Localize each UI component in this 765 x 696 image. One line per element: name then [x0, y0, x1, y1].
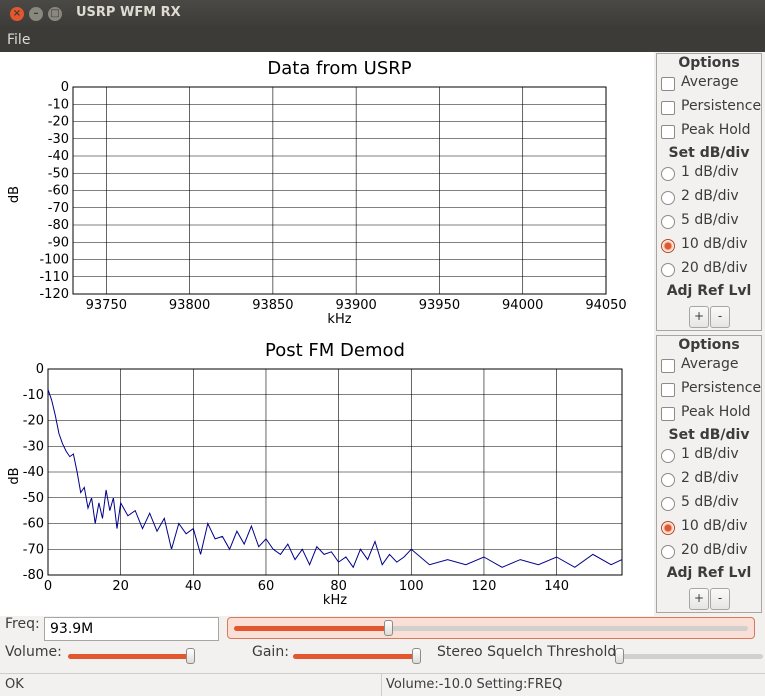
- x-tick-label: 40: [185, 579, 202, 594]
- x-tick-label: 94000: [502, 298, 543, 313]
- x-tick-label: 100: [399, 579, 424, 594]
- set-db-div-heading: Set dB/div: [668, 145, 750, 161]
- y-tick-label: -80: [48, 218, 69, 233]
- y-tick-label: -60: [48, 184, 69, 199]
- volume-slider-thumb[interactable]: [186, 648, 196, 664]
- radio-circle-selected[interactable]: [661, 521, 675, 535]
- y-tick-label: -110: [39, 270, 69, 285]
- gain-slider-thumb[interactable]: [412, 648, 422, 664]
- y-tick-label: -30: [48, 132, 69, 147]
- adj-ref-lvl-heading: Adj Ref Lvl: [666, 565, 752, 581]
- radio-circle[interactable]: [661, 545, 675, 559]
- plot-title: Post FM Demod: [265, 340, 405, 361]
- x-tick-label: 80: [330, 579, 347, 594]
- y-tick-label: -70: [48, 201, 69, 216]
- y-tick-label: -80: [23, 568, 44, 583]
- freq-slider[interactable]: [227, 617, 755, 639]
- y-tick-label: -20: [48, 115, 69, 130]
- volume-label: Volume:: [5, 644, 62, 660]
- options-title: Options: [678, 337, 740, 353]
- ref-level-plus-button[interactable]: +: [689, 588, 709, 610]
- radio-circle[interactable]: [661, 449, 675, 463]
- checkbox-box[interactable]: [661, 77, 675, 91]
- y-tick-label: -10: [23, 388, 44, 403]
- title-bar: × – □ USRP WFM RX: [0, 0, 765, 28]
- y-tick-label: 0: [61, 80, 69, 95]
- status-volume-setting: Volume:-10.0 Setting:FREQ: [386, 677, 563, 692]
- y-tick-label: -90: [48, 235, 69, 250]
- x-tick-label: 120: [472, 579, 497, 594]
- checkbox-box[interactable]: [661, 359, 675, 373]
- checkbox-box[interactable]: [661, 407, 675, 421]
- radio-circle[interactable]: [661, 215, 675, 229]
- ref-level-plus-button[interactable]: +: [689, 306, 709, 328]
- x-tick-label: 60: [258, 579, 275, 594]
- close-icon[interactable]: ×: [10, 7, 24, 21]
- freq-slider-fill: [234, 626, 389, 631]
- x-axis-label: kHz: [327, 312, 351, 327]
- plot-title: Data from USRP: [267, 58, 411, 79]
- radio-circle[interactable]: [661, 191, 675, 205]
- stereo-squelch-label: Stereo Squelch Threshold:: [437, 644, 621, 660]
- radio-circle[interactable]: [661, 263, 675, 277]
- x-axis-label: kHz: [323, 593, 347, 608]
- checkbox-box[interactable]: [661, 125, 675, 139]
- ref-level-minus-button[interactable]: -: [710, 588, 730, 610]
- maximize-icon[interactable]: □: [48, 7, 62, 21]
- y-tick-label: -20: [23, 414, 44, 429]
- x-tick-label: 20: [112, 579, 129, 594]
- status-right-pane: Volume:-10.0 Setting:FREQ: [384, 674, 765, 696]
- minimize-icon[interactable]: –: [29, 7, 43, 21]
- y-tick-label: -100: [39, 253, 69, 268]
- x-tick-label: 94050: [585, 298, 626, 313]
- gain-slider-fill: [293, 654, 417, 659]
- y-tick-label: -40: [48, 149, 69, 164]
- plot-area: 0 -10 -20 -30 -40 -50 -60 -70 -80 -90 -100 -110 -120…: [0, 52, 654, 616]
- set-db-div-heading: Set dB/div: [668, 427, 750, 443]
- radio-circle[interactable]: [661, 167, 675, 181]
- options-panel-fm-demod: Options Average Persistence Peak Hold Se…: [656, 335, 762, 613]
- menu-file[interactable]: File: [7, 32, 30, 48]
- y-tick-label: -60: [23, 517, 44, 532]
- y-tick-label: -120: [39, 287, 69, 302]
- x-tick-label: 93750: [86, 298, 127, 313]
- x-tick-label: 0: [44, 579, 52, 594]
- plots-canvas[interactable]: 0-10-20-30-40-50-60-70-80-90-100-110-120…: [0, 52, 654, 616]
- volume-slider-fill: [68, 654, 191, 659]
- status-bar: OK Volume:-10.0 Setting:FREQ: [0, 673, 765, 696]
- options-title: Options: [678, 55, 740, 71]
- freq-label: Freq:: [5, 616, 40, 632]
- gain-label: Gain:: [252, 644, 289, 660]
- y-tick-label: -30: [23, 439, 44, 454]
- x-tick-label: 93900: [335, 298, 376, 313]
- squelch-slider-track[interactable]: [619, 654, 763, 659]
- adj-ref-lvl-heading: Adj Ref Lvl: [666, 283, 752, 299]
- freq-slider-thumb[interactable]: [384, 620, 394, 636]
- x-tick-label: 93800: [169, 298, 210, 313]
- radio-circle[interactable]: [661, 497, 675, 511]
- options-panel-usrp: Options Average Persistence Peak Hold Se…: [656, 53, 762, 331]
- x-tick-label: 93850: [252, 298, 293, 313]
- y-tick-label: -40: [23, 465, 44, 480]
- y-tick-label: 0: [36, 362, 44, 377]
- radio-circle[interactable]: [661, 473, 675, 487]
- y-axis-label: dB: [7, 186, 22, 203]
- ref-level-minus-button[interactable]: -: [710, 306, 730, 328]
- x-tick-label: 93950: [419, 298, 460, 313]
- y-tick-label: -50: [23, 491, 44, 506]
- menu-bar: File: [0, 28, 765, 52]
- freq-input[interactable]: 93.9M: [44, 617, 219, 641]
- x-tick-label: 140: [544, 579, 569, 594]
- squelch-slider-thumb[interactable]: [615, 648, 624, 664]
- y-tick-label: -70: [23, 542, 44, 557]
- checkbox-box[interactable]: [661, 101, 675, 115]
- radio-circle-selected[interactable]: [661, 239, 675, 253]
- y-tick-label: -50: [48, 166, 69, 181]
- window-title: USRP WFM RX: [76, 5, 181, 20]
- checkbox-box[interactable]: [661, 383, 675, 397]
- y-axis-label: dB: [7, 467, 22, 484]
- status-left-pane: OK: [0, 674, 382, 696]
- y-tick-label: -10: [48, 97, 69, 112]
- status-ok: OK: [5, 677, 24, 692]
